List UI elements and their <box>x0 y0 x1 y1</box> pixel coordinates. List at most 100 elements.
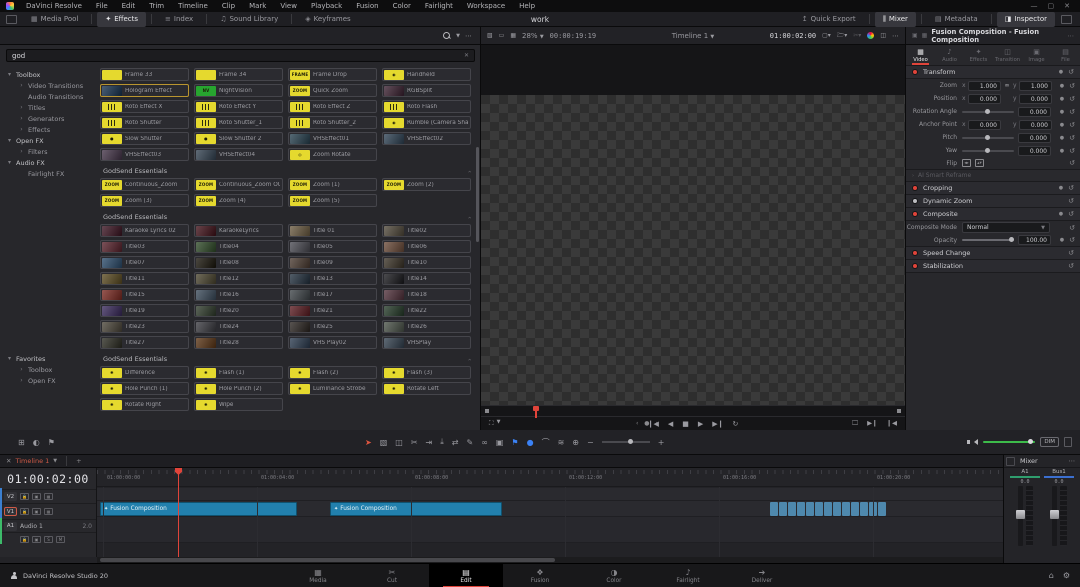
rotation-slider[interactable] <box>962 111 1014 113</box>
effect-item[interactable]: ◉Rumble (Camera Shake) <box>382 116 471 129</box>
scroll-audio-icon[interactable]: ≋ <box>558 438 565 447</box>
mixer-collapse-icon[interactable] <box>1006 457 1015 466</box>
effect-item[interactable]: Title08 <box>194 256 283 269</box>
effect-item[interactable]: Title04 <box>194 240 283 253</box>
effect-item[interactable]: VHS Play02 <box>288 336 377 349</box>
collapse-section-icon[interactable]: › <box>466 358 473 360</box>
volume-slider[interactable] <box>983 441 1035 443</box>
track-a1-name[interactable]: Audio 1 <box>20 523 43 530</box>
sidebar-item-audio-fx[interactable]: ▾Audio FX <box>0 157 95 168</box>
effects-button[interactable]: ✦Effects <box>97 12 146 27</box>
timeline-timecode[interactable]: 01:00:02:00 <box>0 468 96 489</box>
clip-segment[interactable] <box>815 502 823 516</box>
viewer-resize-dropdown-icon[interactable]: ▼ <box>497 419 501 428</box>
zoom-y-field[interactable]: 1.000 <box>1019 81 1052 91</box>
effects-search-input[interactable]: god ✕ <box>6 49 475 62</box>
effect-item[interactable]: ✺Rotate Left <box>382 382 471 395</box>
reset-icon[interactable]: ↺ <box>1069 147 1075 155</box>
flag-icon[interactable]: ⚑ <box>511 438 518 447</box>
effect-item[interactable]: Title16 <box>194 288 283 301</box>
match-frame-out-icon[interactable]: ▶❙ <box>867 419 877 428</box>
clip-segment[interactable] <box>779 502 787 516</box>
effect-item[interactable]: Title13 <box>288 272 377 285</box>
fixed-playhead-icon[interactable]: ◐ <box>33 438 40 447</box>
enable-track-icon[interactable]: ▦ <box>44 493 53 500</box>
menu-item-edit[interactable]: Edit <box>115 0 143 12</box>
pen-tool-icon[interactable]: ✎ <box>466 438 473 447</box>
anchor-y-field[interactable]: 0.000 <box>1019 120 1052 130</box>
effect-item[interactable]: VHSEffect01 <box>288 132 377 145</box>
dynamic-zoom-section-header[interactable]: Dynamic Zoom ● ↺ <box>906 195 1080 208</box>
step-back-button[interactable]: ◀ <box>668 420 673 428</box>
sidebar-item-fairlight-fx[interactable]: Fairlight FX <box>0 168 95 179</box>
effects-scrollbar[interactable] <box>476 147 479 242</box>
zoom-search-icon[interactable]: ⊕ <box>572 438 579 447</box>
effect-item[interactable]: Title 01 <box>288 224 377 237</box>
media-pool-button[interactable]: ▦Media Pool <box>23 12 86 27</box>
effect-item[interactable]: Title10 <box>382 256 471 269</box>
viewer-jog-bar[interactable] <box>481 405 905 417</box>
effect-item[interactable]: VHSPlay <box>382 336 471 349</box>
dual-viewer-icon[interactable]: ▭ <box>499 32 505 39</box>
effect-item[interactable]: Title21 <box>288 304 377 317</box>
effect-item[interactable]: KaraokeLyrics <box>194 224 283 237</box>
search-icon[interactable] <box>443 32 451 40</box>
menu-item-timeline[interactable]: Timeline <box>171 0 215 12</box>
solo-button[interactable]: S <box>44 536 53 543</box>
position-x-field[interactable]: 0.000 <box>968 94 1001 104</box>
fader-handle[interactable] <box>1050 510 1059 519</box>
effect-item[interactable]: FRAMEFrame Drop <box>288 68 377 81</box>
overwrite-clip-icon[interactable]: ⤓ <box>440 437 444 447</box>
speed-change-section-header[interactable]: Speed Change ↺ <box>906 247 1080 260</box>
page-cut[interactable]: ✂Cut <box>355 564 429 587</box>
index-button[interactable]: ≡Index <box>157 12 201 27</box>
clip-segment[interactable] <box>824 502 832 516</box>
clip-segment[interactable] <box>860 502 868 516</box>
page-media[interactable]: ▦Media <box>281 564 355 587</box>
effect-item[interactable]: Title05 <box>288 240 377 253</box>
auto-select-icon[interactable]: ▣ <box>32 508 41 515</box>
sidebar-item-titles[interactable]: ›Titles <box>0 102 95 113</box>
opacity-field[interactable]: 100.00 <box>1018 235 1051 245</box>
effect-item[interactable]: Roto Shutter_1 <box>194 116 283 129</box>
effect-item[interactable]: Title26 <box>382 320 471 333</box>
sidebar-item-video-transitions[interactable]: ›Video Transitions <box>0 80 95 91</box>
opacity-slider[interactable] <box>962 239 1014 241</box>
flip-vertical-icon[interactable]: ▴▾ <box>975 159 984 167</box>
effect-item[interactable]: Title09 <box>288 256 377 269</box>
sidebar-item-favorites[interactable]: ▾Favorites <box>0 353 95 364</box>
project-manager-icon[interactable]: ⌂ <box>1049 571 1054 580</box>
dynamic-trim-mode-icon[interactable]: ◫ <box>395 438 403 447</box>
metadata-button[interactable]: ▤Metadata <box>927 12 986 27</box>
keyframes-button[interactable]: ◈Keyframes <box>297 12 359 27</box>
track-v1-badge[interactable]: V1 <box>4 507 17 516</box>
reset-icon[interactable]: ↺ <box>1069 224 1075 232</box>
timeline-playhead[interactable] <box>178 468 179 557</box>
effect-item[interactable]: ◉Handheld <box>382 68 471 81</box>
effect-item[interactable]: VHSEffect03 <box>100 148 189 161</box>
fader-track[interactable] <box>1052 486 1057 546</box>
effect-item[interactable]: Roto Shutter <box>100 116 189 129</box>
effect-item[interactable]: Title19 <box>100 304 189 317</box>
effect-item[interactable]: Title03 <box>100 240 189 253</box>
menu-item-workspace[interactable]: Workspace <box>460 0 512 12</box>
effects-section-header[interactable]: GodSend Essentials› <box>100 164 474 178</box>
track-header-v2[interactable]: V2 🔒 ▣ ▦ <box>0 489 96 503</box>
effect-item[interactable]: RGBSplit <box>382 84 471 97</box>
keyframe-icon[interactable]: ● <box>1060 83 1064 89</box>
timeline-zoom-slider[interactable] <box>602 441 650 443</box>
clip-segment[interactable] <box>806 502 814 516</box>
sidebar-item-generators[interactable]: ›Generators <box>0 113 95 124</box>
link-icon[interactable]: ∞ <box>1001 82 1013 89</box>
menu-item-trim[interactable]: Trim <box>142 0 171 12</box>
effect-item[interactable]: ZOOMContinuous_Zoom OUT <box>194 178 283 191</box>
reset-icon[interactable]: ↺ <box>1069 236 1075 244</box>
cropping-toggle[interactable] <box>912 185 918 191</box>
effect-item[interactable]: ✺Wipe <box>194 398 283 411</box>
tab-image[interactable]: ▣Image <box>1022 45 1051 65</box>
effect-item[interactable]: NVNightVision <box>194 84 283 97</box>
still-grab-icon[interactable]: 🗁▾ <box>837 31 847 41</box>
timeline-tab-close-icon[interactable]: ✕ <box>6 457 11 465</box>
inspector-button[interactable]: ◨Inspector <box>997 12 1055 27</box>
channel-fader[interactable] <box>1012 486 1038 548</box>
